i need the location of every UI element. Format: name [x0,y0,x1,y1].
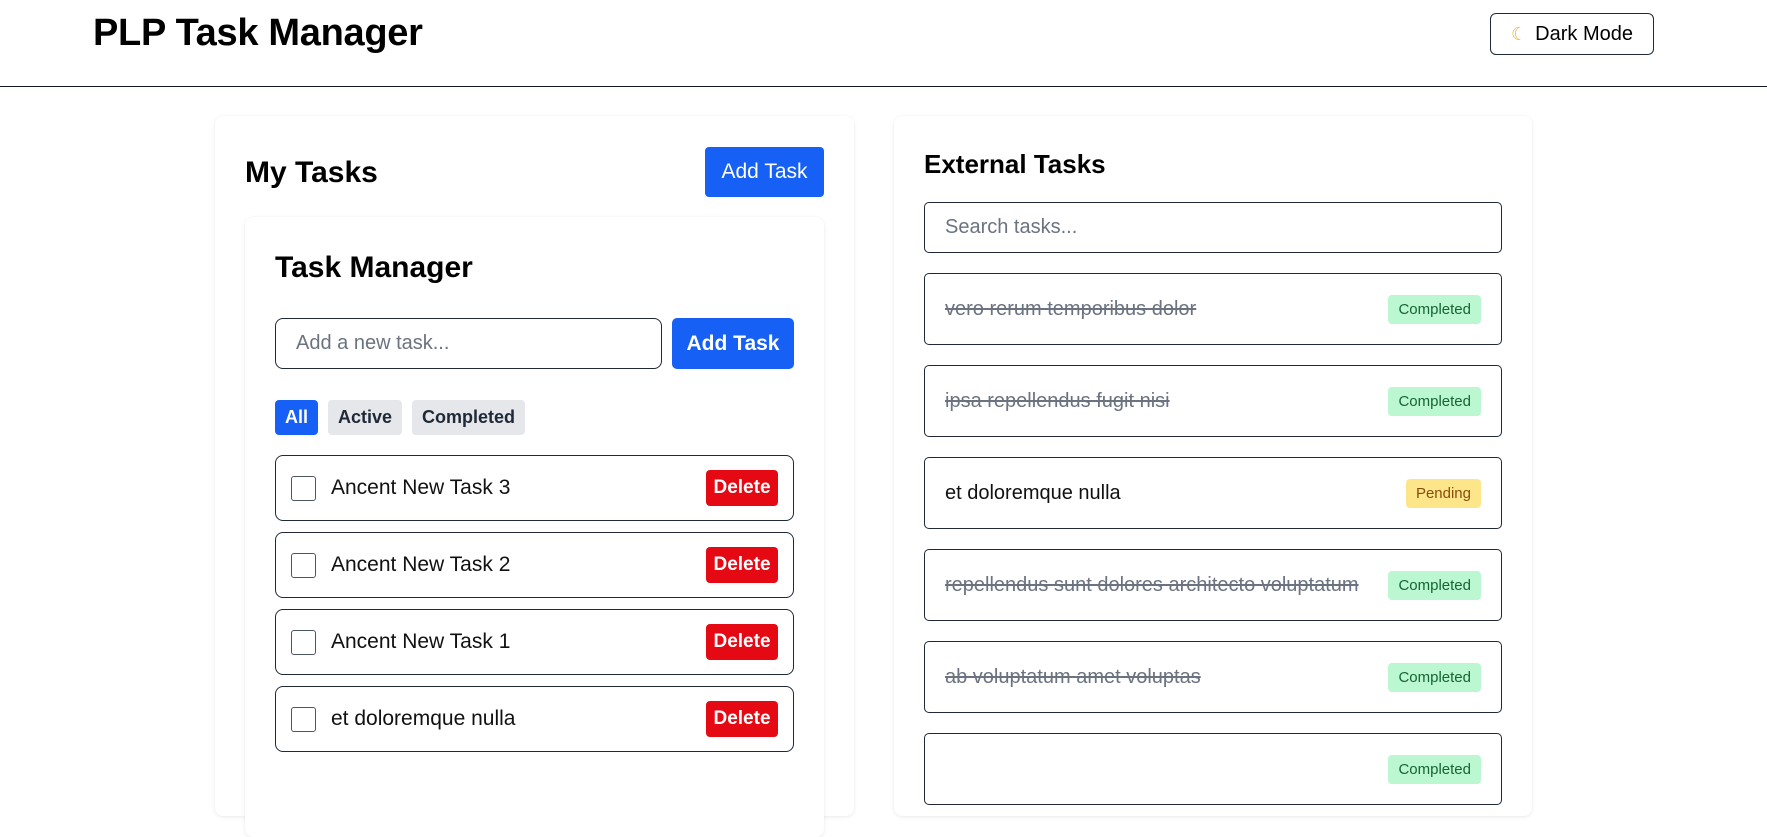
external-task-text: ab voluptatum amet voluptas [945,665,1201,688]
task-manager-title: Task Manager [275,251,473,284]
external-task-text: et doloremque nulla [945,481,1121,504]
task-checkbox[interactable] [291,706,316,732]
task-checkbox[interactable] [291,629,316,655]
external-tasks-title: External Tasks [924,149,1106,179]
external-tasks-card: External Tasks vero rerum temporibus dol… [894,116,1532,816]
external-task-item: et doloremque nulla Pending [924,457,1502,529]
my-tasks-add-button[interactable]: Add Task [705,147,824,197]
status-badge: Completed [1388,386,1481,416]
app-header: PLP Task Manager ☾ Dark Mode [0,0,1767,87]
add-task-button[interactable]: Add Task [672,318,794,369]
dark-mode-toggle[interactable]: ☾ Dark Mode [1490,13,1654,55]
my-tasks-card: My Tasks Add Task Task Manager Add Task … [215,116,854,837]
task-row: et doloremque nulla Delete [275,686,794,752]
status-badge: Completed [1388,754,1481,784]
task-row: Ancent New Task 1 Delete [275,609,794,675]
external-task-text: vero rerum temporibus dolor [945,297,1197,320]
app-title: PLP Task Manager [93,12,423,54]
task-list: Ancent New Task 3 Delete Ancent New Task… [275,455,794,763]
dark-mode-label: Dark Mode [1535,22,1633,45]
task-checkbox[interactable] [291,552,316,578]
task-row: Ancent New Task 2 Delete [275,532,794,598]
task-text: et doloremque nulla [331,707,516,730]
external-task-text: repellendus sunt dolores architecto volu… [945,573,1359,596]
status-badge: Completed [1388,662,1481,692]
delete-button[interactable]: Delete [706,701,778,737]
status-badge: Pending [1405,478,1481,508]
new-task-input[interactable] [275,318,662,369]
delete-button[interactable]: Delete [706,470,778,506]
external-task-item: Completed [924,733,1502,805]
external-task-item: ab voluptatum amet voluptas Completed [924,641,1502,713]
external-task-item: repellendus sunt dolores architecto volu… [924,549,1502,621]
task-manager-panel: Task Manager Add Task All Active Complet… [245,217,824,837]
filter-completed[interactable]: Completed [412,400,526,435]
task-text: Ancent New Task 1 [331,630,511,653]
status-badge: Completed [1388,294,1481,324]
delete-button[interactable]: Delete [706,547,778,583]
task-text: Ancent New Task 3 [331,476,511,499]
delete-button[interactable]: Delete [706,624,778,660]
external-task-text: ipsa repellendus fugit nisi [945,389,1170,412]
filter-group: All Active Completed [275,400,526,435]
search-input[interactable] [924,202,1502,253]
task-row: Ancent New Task 3 Delete [275,455,794,521]
task-text: Ancent New Task 2 [331,553,511,576]
external-task-item: vero rerum temporibus dolor Completed [924,273,1502,345]
filter-all[interactable]: All [275,400,319,435]
external-task-list: vero rerum temporibus dolor Completed ip… [924,273,1502,825]
task-checkbox[interactable] [291,475,316,501]
filter-active[interactable]: Active [328,400,403,435]
status-badge: Completed [1388,570,1481,600]
external-task-item: ipsa repellendus fugit nisi Completed [924,365,1502,437]
moon-icon: ☾ [1511,23,1528,44]
my-tasks-title: My Tasks [245,156,378,189]
